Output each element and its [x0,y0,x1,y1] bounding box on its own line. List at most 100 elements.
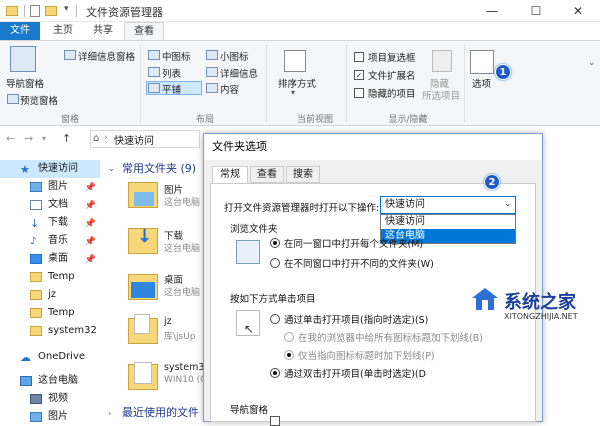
content-icon [206,83,218,93]
sidebar-item-pc-pictures[interactable]: 图片 [0,408,100,426]
close-button[interactable]: ✕ [556,0,600,22]
details-option[interactable]: 详细信息 [220,66,258,80]
sidebar-item-label: 文档 [48,199,68,210]
desktop-thumbnail-icon [131,282,155,298]
hide-selected-button[interactable]: 所选项目 [422,88,460,102]
folder-name[interactable]: 图片 [164,182,183,196]
tab-view[interactable]: 查看 [124,22,164,40]
sidebar-item-temp[interactable]: Temp [0,268,100,286]
forward-button[interactable]: → [24,132,33,145]
sidebar-item-label: 快速访问 [38,163,78,174]
window-title: 文件资源管理器 [86,6,163,19]
tab-search[interactable]: 搜索 [286,166,320,183]
address-path: 快速访问 [114,136,154,147]
sidebar-item-desktop[interactable]: 桌面 📌 [0,250,100,268]
navigation-pane-icon [10,46,36,72]
select-value: 快速访问 [385,199,425,210]
chevron-down-icon[interactable]: ▾ [64,4,69,14]
hidden-items-label: 隐藏的项目 [368,89,416,100]
folder-name[interactable]: jz [164,316,172,327]
list-option[interactable]: 列表 [162,66,181,80]
tab-share[interactable]: 共享 [84,22,122,40]
sort-by-button[interactable]: 排序方式 [278,76,316,90]
underline-point-radio[interactable] [284,350,294,360]
properties-icon[interactable] [30,5,40,17]
tab-home[interactable]: 主页 [44,22,82,40]
nav-pane-section: 导航窗格 [230,405,269,416]
group-label-layout: 布局 [195,115,214,125]
underline-all-radio[interactable] [284,332,294,342]
pin-icon: 📌 [84,201,96,211]
sidebar-item-videos[interactable]: 视频 [0,390,100,408]
maximize-button[interactable]: ☐ [514,0,558,22]
navigation-pane-button[interactable]: 导航窗格 [6,76,44,90]
folder-name[interactable]: 下载 [164,228,183,242]
hidden-items-checkbox[interactable] [354,88,364,98]
video-icon [30,394,42,404]
sidebar-item-music[interactable]: ♪ 音乐 📌 [0,232,100,250]
tab-general[interactable]: 常规 [212,166,248,184]
file-extensions-checkbox[interactable]: ✓ [354,70,364,80]
new-folder-icon[interactable] [45,6,57,16]
sidebar-item-this-pc[interactable]: 这台电脑 [0,372,100,390]
underline-point-label: 仅当指向图标标题时加下划线(P) [298,351,435,362]
dialog-title: 文件夹选项 [204,134,542,160]
folder-icon [30,308,42,318]
folder-location: 库\jsUp [164,332,196,342]
sidebar-item-onedrive[interactable]: ☁ OneDrive [0,348,100,366]
sidebar-item-jz[interactable]: jz [0,286,100,304]
frequent-folders-header[interactable]: 常用文件夹 (9) [122,160,196,176]
single-click-radio[interactable] [270,314,280,324]
chevron-down-icon[interactable]: ⌄ [108,164,115,173]
sidebar-item-label: 音乐 [48,235,68,246]
nav-pane-checkbox[interactable] [270,416,280,426]
double-click-radio[interactable] [270,368,280,378]
tab-file[interactable]: 文件 [0,22,40,40]
pin-icon: 📌 [84,183,96,193]
sidebar-item-downloads[interactable]: ↓ 下载 📌 [0,214,100,232]
dropdown-option[interactable]: 快速访问 [381,215,515,229]
item-checkboxes-label: 项目复选框 [368,53,416,64]
sidebar-item-temp-2[interactable]: Temp [0,304,100,322]
sidebar-item-quick-access[interactable]: ★ 快速访问 [0,160,100,178]
small-icons-option[interactable]: 小图标 [220,49,249,63]
folder-name[interactable]: 桌面 [164,272,183,286]
browse-new-window-radio[interactable] [270,258,280,268]
details-pane-button[interactable]: 详细信息窗格 [78,49,135,63]
browse-folders-icon [236,240,260,264]
browse-same-window-radio[interactable] [270,238,280,248]
sidebar-item-documents[interactable]: 文档 📌 [0,196,100,214]
back-button[interactable]: ← [6,132,15,145]
group-label-panes: 窗格 [60,115,79,125]
up-button[interactable]: ↑ [62,132,71,145]
tab-view[interactable]: 查看 [250,166,284,183]
minimize-button[interactable]: — [470,0,514,22]
download-icon: ↓ [30,217,40,230]
sort-icon [284,50,306,72]
document-thumbnail-icon [134,362,152,384]
sidebar-item-system32[interactable]: system32 [0,322,100,340]
folder-icon [30,290,42,300]
tiles-icon [148,83,160,93]
chevron-right-icon[interactable]: › [108,409,111,418]
open-with-label: 打开文件资源管理器时打开以下操作: [224,203,380,214]
medium-icons-option[interactable]: 中图标 [162,49,191,63]
chevron-down-icon[interactable]: ▾ [42,134,46,143]
open-with-select[interactable]: 快速访问 [380,196,516,214]
recent-files-header[interactable]: 最近使用的文件 [122,404,199,420]
preview-pane-button[interactable]: 预览窗格 [20,93,58,107]
item-checkboxes-checkbox[interactable] [354,52,364,62]
chevron-down-icon[interactable]: ⌄ [504,199,512,209]
double-click-label: 通过双击打开项目(单击时选定)(D [284,369,426,380]
content-option[interactable]: 内容 [220,82,239,96]
medium-icons-icon [148,50,160,60]
chevron-down-icon[interactable]: ⌄ [588,58,596,68]
group-label-show-hide: 显示/隐藏 [388,115,428,125]
sidebar-item-pictures[interactable]: 图片 📌 [0,178,100,196]
pin-icon: 📌 [84,255,96,265]
sidebar-item-label: Temp [48,271,75,282]
house-logo-icon [470,286,500,312]
step-badge-2: 2 [484,174,500,190]
tiles-option[interactable]: 平铺 [162,82,181,96]
options-button[interactable]: 选项 [472,76,491,90]
